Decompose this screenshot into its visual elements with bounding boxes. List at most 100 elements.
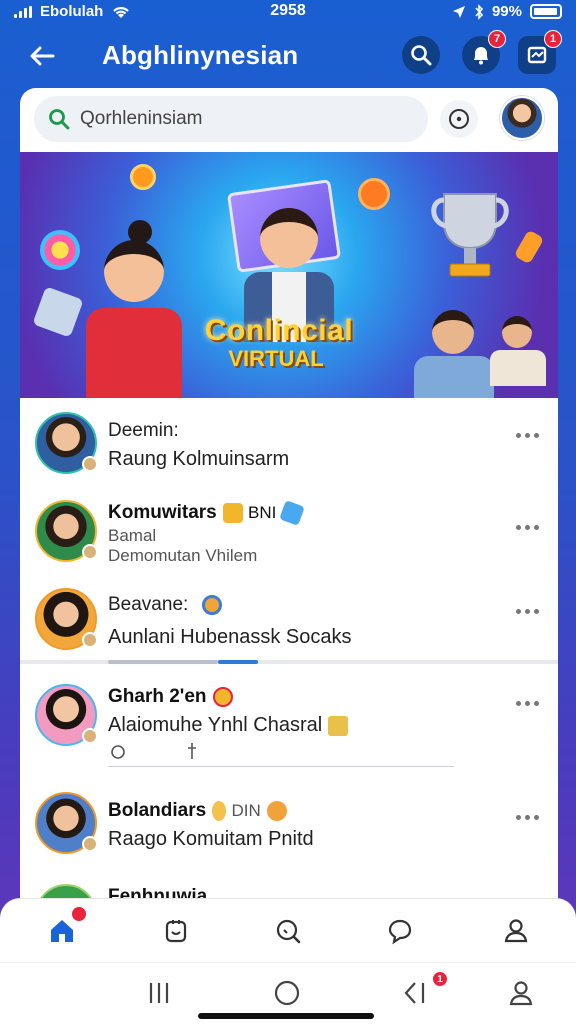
bluetooth-icon bbox=[475, 3, 484, 20]
profile-avatar[interactable] bbox=[500, 96, 544, 140]
avatar bbox=[35, 588, 98, 650]
item-subtitle: Raung Kolmuinsarm bbox=[108, 448, 290, 470]
list-item[interactable]: Deemin: Raung Kolmuinsarm bbox=[20, 398, 558, 484]
arrow-left-icon bbox=[30, 46, 55, 66]
more-options-icon[interactable] bbox=[516, 522, 542, 532]
list-item[interactable]: Bolandiars DIN Raago Komuitam Pnitd bbox=[20, 774, 558, 874]
banner-title-line2: VIRTUAL bbox=[228, 346, 324, 371]
badge-icon bbox=[82, 456, 98, 472]
child-figure-left bbox=[72, 220, 196, 398]
chat-bubble-icon bbox=[388, 919, 412, 945]
badge-icon bbox=[82, 836, 98, 852]
back-chevron-icon bbox=[404, 982, 425, 1004]
avatar bbox=[35, 684, 98, 746]
reaction-icon[interactable] bbox=[110, 744, 126, 760]
more-options-icon[interactable] bbox=[516, 698, 542, 708]
hand-emoji-icon bbox=[212, 800, 227, 821]
main-panel: Qorhleninsiam Conlincial VIRTUAL Deemin:… bbox=[20, 88, 558, 908]
notification-badge: 7 bbox=[488, 30, 506, 48]
circle-home-icon bbox=[274, 980, 300, 1006]
system-navigation: 1 bbox=[0, 962, 576, 1024]
nav-chat[interactable] bbox=[380, 911, 420, 951]
item-title-text: Gharh 2'en bbox=[108, 686, 207, 707]
item-title-text: Komuwitars bbox=[108, 502, 217, 523]
flag-emoji-icon bbox=[279, 500, 306, 526]
list-item[interactable]: Beavane: Aunlani Hubenassk Socaks bbox=[20, 574, 558, 660]
messages-button[interactable]: 1 bbox=[518, 30, 562, 74]
search-button[interactable] bbox=[402, 36, 440, 74]
more-options-icon[interactable] bbox=[516, 606, 542, 616]
scan-button[interactable] bbox=[440, 100, 478, 138]
battery-percent: 99% bbox=[491, 3, 522, 20]
bottom-nav bbox=[0, 898, 576, 962]
avatar bbox=[35, 412, 98, 474]
item-subtitle: Bamal bbox=[108, 526, 157, 545]
app-title: Abghlinynesian bbox=[102, 40, 299, 70]
item-title-text: Bolandiars bbox=[108, 800, 207, 821]
item-title: Beavane: bbox=[108, 594, 223, 616]
more-options-icon[interactable] bbox=[516, 812, 542, 822]
banner-title: Conlincial VIRTUAL bbox=[20, 314, 558, 372]
target-icon bbox=[449, 109, 469, 129]
face-emoji-icon bbox=[266, 800, 287, 821]
home-system-button[interactable] bbox=[270, 977, 304, 1009]
item-title: Deemin: bbox=[108, 420, 179, 441]
item-subtitle: Aunlani Hubenassk Socaks bbox=[108, 626, 352, 648]
item-tag: DIN bbox=[231, 801, 261, 820]
item-description: Demomutan Vhilem bbox=[108, 546, 258, 565]
location-icon bbox=[452, 5, 465, 18]
item-tag: BNI bbox=[248, 503, 277, 522]
nav-profile[interactable] bbox=[496, 911, 536, 951]
recent-apps-button[interactable] bbox=[142, 977, 176, 1009]
pin-icon[interactable] bbox=[186, 742, 198, 760]
home-indicator bbox=[198, 1013, 374, 1019]
item-subtitle-text: Alaiomuhe Ynhl Chasral bbox=[108, 714, 323, 736]
nav-home[interactable] bbox=[42, 907, 86, 951]
search-icon bbox=[49, 109, 70, 130]
badge-icon bbox=[82, 632, 98, 648]
nav-search[interactable] bbox=[268, 911, 308, 951]
back-system-button[interactable]: 1 bbox=[398, 971, 448, 1009]
nav-feed[interactable] bbox=[156, 911, 196, 951]
more-options-icon[interactable] bbox=[516, 430, 542, 440]
trophy-emoji-icon bbox=[222, 502, 243, 523]
medal-emoji-icon bbox=[212, 686, 233, 707]
badge-icon bbox=[82, 728, 98, 744]
search-placeholder: Qorhleninsiam bbox=[80, 108, 203, 129]
progress-line bbox=[108, 766, 454, 767]
home-icon bbox=[51, 920, 73, 942]
back-button[interactable] bbox=[22, 36, 62, 76]
search-icon bbox=[411, 45, 432, 66]
badge-icon bbox=[82, 544, 98, 560]
promo-banner[interactable]: Conlincial VIRTUAL bbox=[20, 152, 558, 398]
notifications-button[interactable]: 7 bbox=[462, 30, 506, 74]
coin-icon bbox=[513, 229, 545, 265]
user-icon bbox=[504, 919, 528, 943]
battery-icon bbox=[530, 4, 562, 19]
home-badge bbox=[72, 907, 86, 921]
bell-icon bbox=[474, 47, 488, 65]
ball-icon bbox=[130, 164, 156, 190]
search-icon bbox=[276, 919, 301, 944]
avatar bbox=[35, 500, 98, 562]
recents-icon bbox=[149, 983, 169, 1003]
list-item[interactable]: Gharh 2'en Alaiomuhe Ynhl Chasral bbox=[20, 664, 558, 774]
item-subtitle: Raago Komuitam Pnitd bbox=[108, 828, 314, 850]
trophy-icon bbox=[431, 193, 509, 277]
message-icon bbox=[527, 46, 547, 64]
search-input[interactable]: Qorhleninsiam bbox=[34, 96, 428, 142]
item-title: Gharh 2'en bbox=[108, 686, 233, 708]
banner-title-line1: Conlincial bbox=[204, 314, 354, 347]
target-emoji-icon bbox=[202, 594, 223, 615]
feed-icon bbox=[165, 920, 187, 943]
item-subtitle: Alaiomuhe Ynhl Chasral bbox=[108, 714, 349, 737]
message-badge: 1 bbox=[544, 30, 562, 48]
account-system-button[interactable] bbox=[504, 977, 538, 1009]
tool-emoji-icon bbox=[328, 715, 349, 736]
app-header: Abghlinynesian 7 1 bbox=[0, 28, 576, 84]
status-bar: Ebolulah 2958 99% bbox=[0, 0, 576, 24]
system-badge: 1 bbox=[432, 971, 448, 987]
list-item[interactable]: Komuwitars BNI Bamal Demomutan Vhilem bbox=[20, 484, 558, 574]
item-title: Komuwitars BNI bbox=[108, 500, 306, 526]
avatar bbox=[35, 792, 98, 854]
